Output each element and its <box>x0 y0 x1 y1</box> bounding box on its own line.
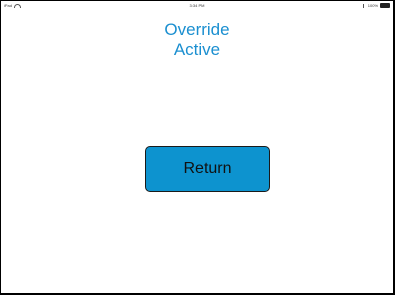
return-button-label: Return <box>183 160 232 177</box>
page-title: Override Active <box>1 20 393 60</box>
status-time: 3:34 PM <box>189 3 205 8</box>
return-button[interactable]: Return <box>145 146 270 192</box>
status-right: 100% <box>362 3 390 8</box>
bluetooth-icon <box>362 3 366 8</box>
status-bar: iPad 3:34 PM 100% <box>1 1 393 11</box>
battery-icon <box>380 3 390 8</box>
title-line-2: Active <box>173 40 221 59</box>
device-screen: iPad 3:34 PM 100% Override Active Return <box>0 0 395 295</box>
title-line-1: Override <box>164 20 230 39</box>
battery-percent: 100% <box>367 3 378 8</box>
